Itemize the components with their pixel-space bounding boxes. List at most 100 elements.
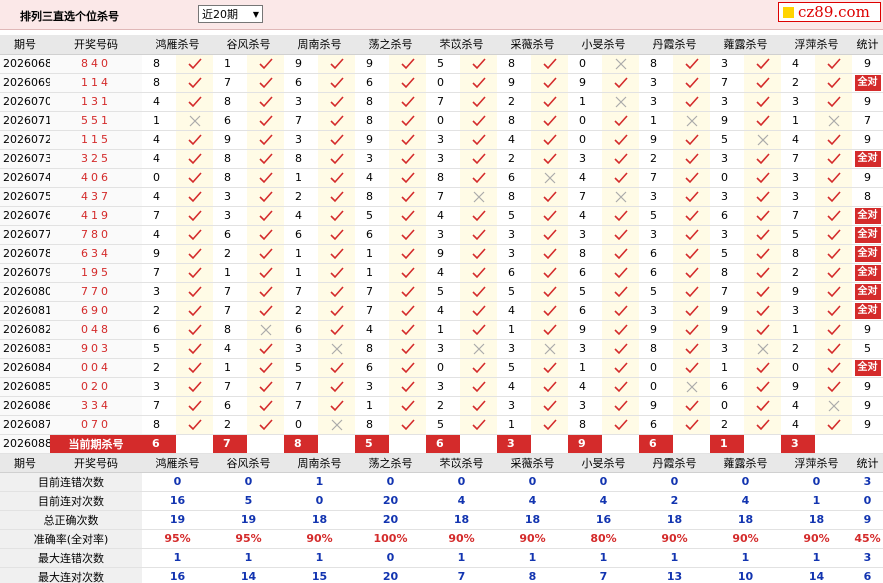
check-icon xyxy=(613,267,628,279)
result-mark-cell xyxy=(176,225,213,245)
draw-number-cell: 325 xyxy=(50,149,142,169)
check-icon xyxy=(258,305,273,317)
result-mark-cell xyxy=(673,320,710,340)
kill-number-cell: 3 xyxy=(710,54,744,74)
stat-value: 9 xyxy=(864,418,871,431)
column-header: 统计 xyxy=(852,453,883,473)
result-mark-cell xyxy=(247,282,284,302)
kill-number-cell: 3 xyxy=(568,149,602,169)
result-mark-cell xyxy=(460,415,497,435)
cross-icon xyxy=(828,115,839,127)
check-icon xyxy=(400,115,415,127)
logo-square-icon xyxy=(783,6,794,18)
kill-number-cell: 0 xyxy=(639,358,673,378)
check-icon xyxy=(187,362,202,374)
kill-number-cell: 3 xyxy=(781,168,815,188)
check-icon xyxy=(400,229,415,241)
check-icon xyxy=(684,267,699,279)
check-icon xyxy=(187,96,202,108)
check-icon xyxy=(684,362,699,374)
summary-row: 最大连对次数 16 14 15 20 7 8 7 13 10 14 6 xyxy=(0,567,883,583)
result-mark-cell xyxy=(176,130,213,150)
result-mark-cell xyxy=(815,187,852,207)
kill-number-cell: 3 xyxy=(639,187,673,207)
kill-number-cell: 3 xyxy=(142,282,176,302)
check-icon xyxy=(755,210,770,222)
check-icon xyxy=(755,229,770,241)
check-icon xyxy=(755,324,770,336)
check-icon xyxy=(400,172,415,184)
result-mark-cell xyxy=(673,130,710,150)
check-icon xyxy=(329,58,344,70)
check-icon xyxy=(684,210,699,222)
period-select[interactable]: 近20期 ▼ xyxy=(198,5,263,23)
site-logo[interactable]: cz89.com xyxy=(778,2,881,22)
kill-number-cell: 4 xyxy=(355,168,389,188)
summary-label: 准确率(全对率) xyxy=(0,529,142,549)
kill-number-cell: 8 xyxy=(355,111,389,131)
column-header: 谷风杀号 xyxy=(213,453,284,473)
kill-number-cell: 6 xyxy=(568,301,602,321)
check-icon xyxy=(258,286,273,298)
kill-number-cell: 9 xyxy=(781,377,815,397)
result-mark-cell xyxy=(744,320,781,340)
check-icon xyxy=(684,77,699,89)
result-mark-cell xyxy=(815,54,852,74)
check-icon xyxy=(258,77,273,89)
result-mark-cell xyxy=(460,225,497,245)
check-icon xyxy=(755,172,770,184)
kill-number-cell: 2 xyxy=(213,244,247,264)
current-period-cell: 2026088 xyxy=(0,434,50,454)
kill-number-cell: 6 xyxy=(213,396,247,416)
check-icon xyxy=(542,134,557,146)
check-icon xyxy=(329,362,344,374)
check-icon xyxy=(542,96,557,108)
kill-number-cell: 7 xyxy=(781,149,815,169)
check-icon xyxy=(826,58,841,70)
summary-value: 16 xyxy=(568,510,639,530)
cross-icon xyxy=(615,58,626,70)
summary-value: 0 xyxy=(355,472,426,492)
result-mark-cell xyxy=(673,358,710,378)
kill-number-cell: 0 xyxy=(426,73,460,93)
result-mark-cell xyxy=(460,244,497,264)
kill-number-cell: 2 xyxy=(284,187,318,207)
result-mark-cell xyxy=(602,301,639,321)
check-icon xyxy=(542,362,557,374)
kill-number-cell: 3 xyxy=(213,206,247,226)
stat-cell: 全对 xyxy=(852,263,883,283)
summary-label: 目前连错次数 xyxy=(0,472,142,492)
kill-number-cell: 7 xyxy=(426,187,460,207)
kill-number-cell: 6 xyxy=(639,415,673,435)
kill-number-cell: 4 xyxy=(781,54,815,74)
table-row: 2026085 020 3 7 7 3 3 4 4 0 6 9 9 xyxy=(0,377,883,397)
check-icon xyxy=(258,229,273,241)
result-mark-cell xyxy=(531,415,568,435)
draw-number-cell: 419 xyxy=(50,206,142,226)
kill-number-cell: 3 xyxy=(710,149,744,169)
result-mark-cell xyxy=(531,377,568,397)
kill-number-cell: 3 xyxy=(710,225,744,245)
current-empty-cell xyxy=(389,434,426,454)
result-mark-cell xyxy=(247,358,284,378)
result-mark-cell xyxy=(673,168,710,188)
stat-cell: 全对 xyxy=(852,301,883,321)
summary-value: 0 xyxy=(710,472,781,492)
period-cell: 2026086 xyxy=(0,396,50,416)
all-correct-badge: 全对 xyxy=(854,207,881,224)
kill-number-cell: 2 xyxy=(639,149,673,169)
summary-value: 0 xyxy=(142,472,213,492)
kill-number-cell: 3 xyxy=(426,130,460,150)
column-header: 开奖号码 xyxy=(50,453,142,473)
period-cell: 2026068 xyxy=(0,54,50,74)
check-icon xyxy=(329,134,344,146)
kill-number-cell: 5 xyxy=(781,225,815,245)
result-mark-cell xyxy=(815,339,852,359)
summary-value: 4 xyxy=(426,491,497,511)
check-icon xyxy=(826,172,841,184)
result-mark-cell xyxy=(247,320,284,340)
kill-number-cell: 9 xyxy=(710,320,744,340)
kill-number-cell: 7 xyxy=(213,301,247,321)
result-mark-cell xyxy=(815,73,852,93)
draw-number-cell: 780 xyxy=(50,225,142,245)
